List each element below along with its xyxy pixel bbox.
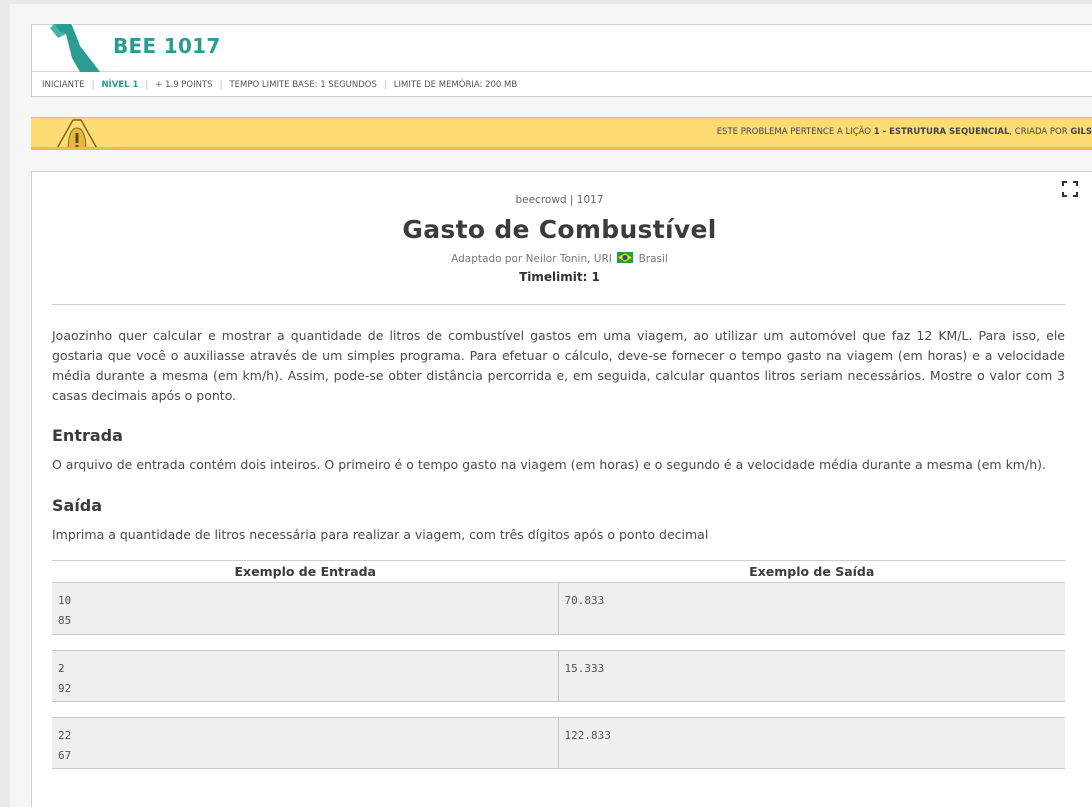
separator: | <box>383 79 387 90</box>
sample-input[interactable]: 22 67 <box>52 718 559 768</box>
level-label[interactable]: NÍVEL 1 <box>101 80 138 90</box>
timelimit-label: Timelimit: 1 <box>519 270 600 284</box>
sample-row: 10 85 70.833 <box>52 583 1065 635</box>
warning-bell-icon <box>56 119 98 147</box>
input-text: O arquivo de entrada contém dois inteiro… <box>52 457 1046 472</box>
time-limit-label: TEMPO LIMITE BASE: 1 SEGUNDOS <box>229 79 377 90</box>
lesson-link[interactable]: 1 - ESTRUTURA SEQUENCIAL <box>874 127 1010 137</box>
sample-output[interactable]: 70.833 <box>559 583 1066 634</box>
category-label[interactable]: INICIANTE <box>42 80 85 90</box>
lesson-alert-bar: ESTE PROBLEMA PERTENCE A LIÇÃO 1 - ESTRU… <box>31 117 1092 150</box>
sample-row: 22 67 122.833 <box>52 717 1065 769</box>
samples-header: Exemplo de Entrada Exemplo de Saída <box>52 560 1065 583</box>
separator: | <box>145 79 149 90</box>
alert-prefix: ESTE PROBLEMA PERTENCE A LIÇÃO <box>716 127 874 137</box>
problem-card: beecrowd | 1017 Gasto de Combustível Ada… <box>31 171 1092 807</box>
header-meta: INICIANTE | NÍVEL 1 | + 1.9 POINTS | TEM… <box>32 72 1092 97</box>
problem-header: BEE 1017 INICIANTE | NÍVEL 1 | + 1.9 POI… <box>31 24 1092 97</box>
brazil-flag-icon <box>617 252 634 263</box>
input-column-header: Exemplo de Entrada <box>234 564 376 579</box>
input-heading: Entrada <box>52 426 123 445</box>
header-top: BEE 1017 <box>32 24 1092 72</box>
separator: | <box>219 79 223 90</box>
problem-title: Gasto de Combustível <box>402 215 717 244</box>
output-heading: Saída <box>52 496 103 515</box>
sample-output[interactable]: 15.333 <box>559 651 1066 701</box>
author-link[interactable]: GILS <box>1070 127 1092 137</box>
memory-limit-label: LIMITE DE MEMÓRIA: 200 MB <box>393 79 518 90</box>
level-1-logo-icon <box>50 24 100 72</box>
points-label: + 1.9 POINTS <box>155 79 213 90</box>
country-label: Brasil <box>638 253 668 265</box>
output-text: Imprima a quantidade de litros necessári… <box>52 527 709 542</box>
output-column-header: Exemplo de Saída <box>749 564 875 579</box>
sample-input[interactable]: 2 92 <box>52 651 559 701</box>
adapted-by-text: Adaptado por Neilor Tonin, URI <box>451 253 612 265</box>
sample-row: 2 92 15.333 <box>52 650 1065 702</box>
problem-description: Joaozinho quer calcular e mostrar a quan… <box>52 328 1065 403</box>
header-divider <box>52 304 1065 305</box>
alert-suffix: , CRIADA POR <box>1009 127 1071 137</box>
lesson-alert-text: ESTE PROBLEMA PERTENCE A LIÇÃO 1 - ESTRU… <box>717 127 1092 137</box>
problem-code: BEE 1017 <box>113 34 221 58</box>
sample-input[interactable]: 10 85 <box>52 583 559 634</box>
problem-source: beecrowd | 1017 <box>515 194 604 206</box>
samples-table: Exemplo de Entrada Exemplo de Saída 10 8… <box>52 560 1065 784</box>
sample-output[interactable]: 122.833 <box>559 718 1066 768</box>
adapted-by-line: Adaptado por Neilor Tonin, URI Brasil <box>32 252 1087 265</box>
separator: | <box>91 79 95 90</box>
